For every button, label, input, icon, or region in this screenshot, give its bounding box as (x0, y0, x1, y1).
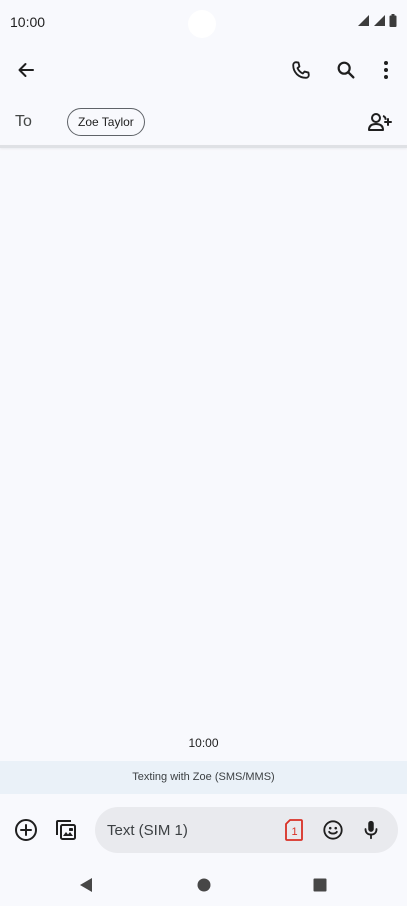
signal-icon (357, 14, 370, 30)
recipient-chip[interactable]: Zoe Taylor (67, 108, 145, 136)
emoji-icon[interactable] (313, 810, 353, 850)
message-timestamp: 10:00 (188, 736, 219, 750)
recents-square-icon[interactable] (305, 872, 335, 898)
more-vert-icon[interactable] (366, 50, 406, 90)
add-person-icon[interactable] (360, 102, 400, 142)
phone-icon[interactable] (281, 50, 321, 90)
signal-icon (373, 14, 386, 30)
compose-row: 1 (0, 794, 407, 864)
compose-field[interactable]: 1 (95, 807, 398, 853)
to-label: To (15, 113, 32, 130)
back-arrow-icon[interactable] (6, 50, 46, 90)
back-triangle-icon[interactable] (71, 872, 101, 898)
status-icons (357, 14, 397, 30)
system-nav-bar (0, 864, 407, 906)
battery-icon (389, 14, 397, 30)
camera-cutout (188, 10, 216, 38)
texting-banner: Texting with Zoe (SMS/MMS) (0, 761, 407, 794)
app-bar (0, 44, 407, 100)
gallery-icon[interactable] (46, 810, 86, 850)
recipient-row: To Zoe Taylor (0, 100, 407, 146)
mic-icon[interactable] (351, 810, 391, 850)
sim-number-label: 1 (291, 826, 297, 838)
search-icon[interactable] (326, 50, 366, 90)
status-time: 10:00 (10, 14, 46, 30)
sim-card-icon[interactable]: 1 (274, 810, 314, 850)
home-circle-icon[interactable] (189, 872, 219, 898)
conversation-area (0, 148, 407, 760)
add-circle-icon[interactable] (6, 810, 46, 850)
compose-input[interactable] (107, 807, 267, 853)
